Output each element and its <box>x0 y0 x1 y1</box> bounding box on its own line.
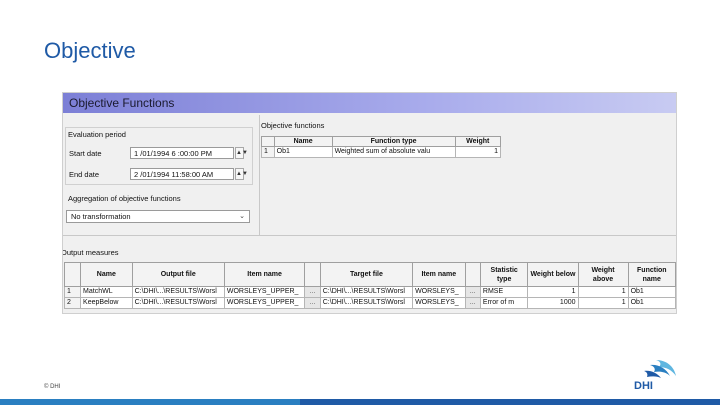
chevron-down-icon: ⌄ <box>239 213 245 220</box>
weight-below-cell[interactable]: 1 <box>527 286 579 298</box>
browse-button[interactable]: ... <box>304 286 321 298</box>
function-name-cell[interactable]: Ob1 <box>627 286 676 298</box>
slide-title: Objective <box>44 38 136 63</box>
column-header: Weight above <box>577 262 629 287</box>
statistic-type-cell[interactable]: Error of m <box>479 297 529 309</box>
start-date-spin-icon[interactable]: ▲▼ <box>235 147 248 159</box>
dialog-header: Objective Functions <box>63 93 676 113</box>
objective-functions-table: Name Function type Weight 1 Ob1 Weighted… <box>261 136 502 158</box>
column-header: Output file <box>131 262 225 287</box>
evaluation-period-label: Evaluation period <box>68 130 126 139</box>
output-measures-label: Output measures <box>62 248 119 257</box>
row-index-header <box>63 262 82 287</box>
target-file-cell[interactable]: C:\DHI\...\RESULTS\Worsl <box>319 297 414 309</box>
browse-button[interactable]: ... <box>464 286 481 298</box>
section-divider <box>63 235 676 236</box>
output-measures-table: Name Output file Item name Target file I… <box>63 262 676 309</box>
row-index-header <box>261 136 275 147</box>
column-header: Weight below <box>527 262 579 287</box>
row-index: 1 <box>261 146 275 158</box>
column-header: Target file <box>319 262 414 287</box>
column-header: Statistic type <box>479 262 529 287</box>
function-name-cell[interactable]: Ob1 <box>627 297 676 309</box>
dialog-title: Objective Functions <box>69 96 175 110</box>
bottom-bar <box>0 399 720 405</box>
measure-name-cell[interactable]: KeepBelow <box>80 297 133 309</box>
start-date-input[interactable]: 1 /01/1994 6 :00:00 PM <box>130 147 234 159</box>
objective-functions-label: Objective functions <box>261 121 325 130</box>
aggregation-selected-value: No transformation <box>71 212 131 221</box>
weight-cell[interactable]: 1 <box>454 146 502 158</box>
table-row[interactable]: 1 MatchWL C:\DHI\...\RESULTS\Worsl WORSL… <box>63 286 676 298</box>
end-date-input[interactable]: 2 /01/1994 11:58:00 AM <box>130 168 234 180</box>
weight-above-cell[interactable]: 1 <box>577 286 629 298</box>
start-date-label: Start date <box>69 149 102 158</box>
aggregation-select[interactable]: No transformation ⌄ <box>66 210 250 223</box>
end-date-spin-icon[interactable]: ▲▼ <box>235 168 248 180</box>
browse-button[interactable]: ... <box>304 297 321 309</box>
target-item-cell[interactable]: WORSLEYS_ <box>412 297 466 309</box>
column-header: Weight <box>454 136 502 147</box>
browse-header <box>304 262 321 287</box>
objective-functions-dialog: Objective Functions Evaluation period St… <box>62 92 677 314</box>
bottom-bar-accent <box>0 399 300 405</box>
statistic-type-cell[interactable]: RMSE <box>479 286 529 298</box>
row-index: 2 <box>63 297 82 309</box>
output-file-cell[interactable]: C:\DHI\...\RESULTS\Worsl <box>131 297 225 309</box>
panel-divider <box>259 115 260 235</box>
column-header: Name <box>273 136 333 147</box>
copyright-footer: © DHI <box>44 384 61 390</box>
weight-above-cell[interactable]: 1 <box>577 297 629 309</box>
aggregation-label: Aggregation of objective functions <box>68 194 181 203</box>
measure-name-cell[interactable]: MatchWL <box>80 286 133 298</box>
row-index: 1 <box>63 286 82 298</box>
svg-text:DHI: DHI <box>634 380 653 392</box>
item-name-cell[interactable]: WORSLEYS_UPPER_ <box>223 297 306 309</box>
output-file-cell[interactable]: C:\DHI\...\RESULTS\Worsl <box>131 286 225 298</box>
table-row[interactable]: 1 Ob1 Weighted sum of absolute valu 1 <box>261 146 502 158</box>
column-header: Item name <box>223 262 306 287</box>
column-header: Name <box>80 262 133 287</box>
browse-header <box>464 262 481 287</box>
function-name-cell[interactable]: Ob1 <box>273 146 333 158</box>
column-header: Function name <box>627 262 676 287</box>
dhi-logo: DHI <box>634 360 676 392</box>
end-date-label: End date <box>69 170 100 179</box>
target-item-cell[interactable]: WORSLEYS_ <box>412 286 466 298</box>
browse-button[interactable]: ... <box>464 297 481 309</box>
column-header: Function type <box>331 136 456 147</box>
function-type-cell[interactable]: Weighted sum of absolute valu <box>331 146 456 158</box>
column-header: Item name <box>412 262 466 287</box>
weight-below-cell[interactable]: 1000 <box>527 297 579 309</box>
table-row[interactable]: 2 KeepBelow C:\DHI\...\RESULTS\Worsl WOR… <box>63 297 676 309</box>
target-file-cell[interactable]: C:\DHI\...\RESULTS\Worsl <box>319 286 414 298</box>
item-name-cell[interactable]: WORSLEYS_UPPER_ <box>223 286 306 298</box>
